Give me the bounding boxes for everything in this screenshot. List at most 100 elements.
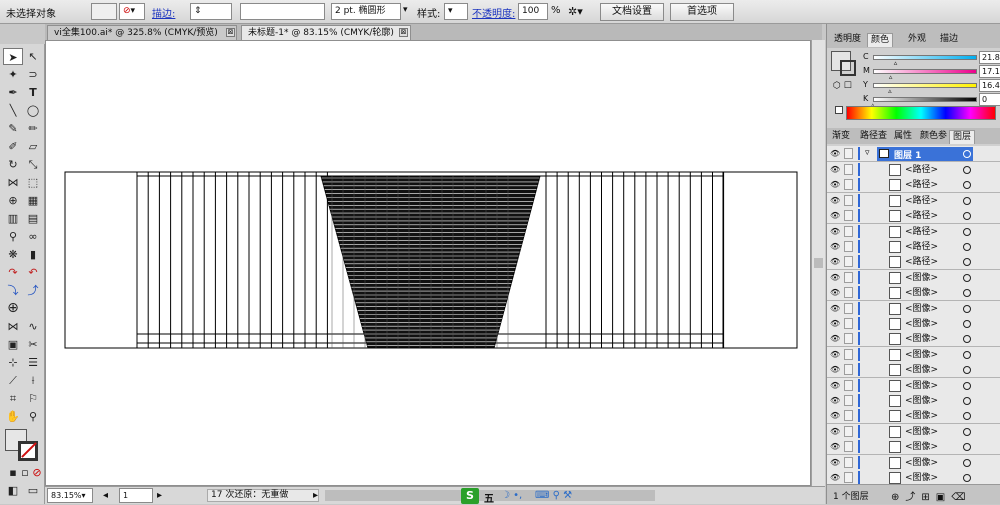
tab-doc-1[interactable]: vi全集100.ai* @ 325.8% (CMYK/预览) <box>47 25 237 40</box>
target-icon[interactable] <box>963 412 971 421</box>
target-icon[interactable] <box>963 458 971 467</box>
sublayer-row[interactable]: 👁 <图像> <box>827 362 1000 379</box>
artboard-select[interactable]: 1 <box>119 488 153 503</box>
lock-toggle[interactable] <box>844 302 853 314</box>
target-icon[interactable] <box>963 381 971 390</box>
lock-toggle[interactable] <box>844 441 853 453</box>
preferences-button[interactable]: 首选项 <box>670 3 734 21</box>
channel-value[interactable]: 17.19 <box>979 65 1000 78</box>
tab-gradient[interactable]: 渐变 <box>829 130 853 144</box>
symbol-sprayer-icon[interactable]: ❋ <box>3 246 23 263</box>
sublayer-row[interactable]: 👁 <路径> <box>827 177 1000 194</box>
prev-artboard-icon[interactable]: ◂ <box>103 490 108 501</box>
scissors-icon[interactable]: ✂ <box>23 336 43 353</box>
lasso-icon[interactable]: ⊃ <box>23 66 43 83</box>
layer-actions-icons[interactable]: ⊕⤴⊞▣⌫ <box>891 488 971 503</box>
sublayer-row[interactable]: 👁 <图像> <box>827 269 1000 286</box>
rotate-icon[interactable]: ↻ <box>3 156 23 173</box>
eye-icon[interactable]: 👁 <box>830 319 840 329</box>
tab-pathfinder[interactable]: 路径查 <box>857 130 890 144</box>
ime-mode[interactable]: 五 <box>484 490 494 505</box>
channel-value[interactable]: 0 <box>979 93 1000 106</box>
eye-icon[interactable]: 👁 <box>830 180 840 190</box>
pin-icon[interactable]: ⚐ <box>23 390 43 407</box>
target-icon[interactable] <box>963 397 971 405</box>
target-icon[interactable] <box>963 227 971 236</box>
graph-icon[interactable]: ▮ <box>23 246 43 263</box>
target-icon[interactable] <box>963 289 971 298</box>
stroke-weight-field[interactable]: ⇕ <box>190 3 232 20</box>
lock-toggle[interactable] <box>844 271 853 283</box>
list-icon[interactable]: ☰ <box>23 354 43 371</box>
target-icon[interactable] <box>963 181 971 190</box>
lock-toggle[interactable] <box>844 194 853 206</box>
lock-toggle[interactable] <box>844 241 853 252</box>
target-icon[interactable] <box>963 273 971 282</box>
hand-icon[interactable]: ✋ <box>3 408 23 425</box>
eye-icon[interactable]: 👁 <box>830 227 840 237</box>
target-icon[interactable] <box>963 366 971 375</box>
target-icon[interactable] <box>963 350 971 359</box>
eye-icon[interactable]: 👁 <box>830 442 840 452</box>
slider-handle-icon[interactable]: ▵ <box>888 87 892 95</box>
lock-toggle[interactable] <box>844 410 853 422</box>
crop-icon[interactable]: ⌗ <box>3 390 23 407</box>
tab-transparency[interactable]: 透明度 <box>831 33 864 47</box>
free-transform-icon[interactable]: ⬚ <box>23 174 43 191</box>
eye-icon[interactable]: 👁 <box>830 273 840 283</box>
lock-toggle[interactable] <box>844 179 853 191</box>
slider-handle-icon[interactable]: ▵ <box>889 73 893 81</box>
layer-row[interactable]: 👁 ▿ 图层 1 <box>827 146 1000 162</box>
line-icon[interactable]: ╲ <box>3 102 23 119</box>
eye-icon[interactable]: 👁 <box>830 334 840 344</box>
lock-toggle[interactable] <box>844 472 853 483</box>
sublayer-row[interactable]: 👁 <路径> <box>827 239 1000 255</box>
pen-icon[interactable]: ✒ <box>3 84 23 101</box>
lock-toggle[interactable] <box>844 456 853 468</box>
target-icon[interactable] <box>963 474 971 482</box>
eye-icon[interactable]: 👁 <box>830 211 840 221</box>
reshape-icon[interactable]: ⤵ <box>3 282 23 299</box>
eye-icon[interactable]: 👁 <box>830 242 840 252</box>
eye-icon[interactable]: 👁 <box>830 257 840 267</box>
target-icon[interactable] <box>963 427 971 436</box>
zoom-select[interactable]: 83.15%▾ <box>47 488 93 503</box>
color-spectrum[interactable] <box>846 106 996 120</box>
ime-keyboard-icon[interactable]: ⌨ ⚲ ⚒ <box>535 490 572 501</box>
live-paint-icon[interactable]: ▦ <box>23 192 43 209</box>
brush-dropdown-icon[interactable]: ▾ <box>403 5 408 15</box>
target-icon[interactable] <box>963 196 971 205</box>
lock-toggle[interactable] <box>844 379 853 391</box>
tab-color[interactable]: 颜色 <box>867 33 894 47</box>
artboard-icon[interactable]: ⊹ <box>3 354 23 371</box>
next-artboard-icon[interactable]: ▸ <box>157 490 162 501</box>
channel-value[interactable]: 21.88 <box>979 51 1000 64</box>
tab-stroke[interactable]: 描边 <box>937 33 961 47</box>
screen-mode-icon[interactable]: ▭ <box>23 482 43 499</box>
target-icon[interactable] <box>963 243 971 251</box>
crosshair-icon[interactable]: ⊕ <box>3 300 23 317</box>
eye-icon[interactable]: 👁 <box>830 381 840 391</box>
lock-toggle[interactable] <box>844 210 853 222</box>
eye-icon[interactable]: 👁 <box>830 149 840 159</box>
wave-icon[interactable]: ∿ <box>23 318 43 335</box>
target-icon[interactable] <box>963 258 971 267</box>
brush-select[interactable]: 2 pt. 椭圆形 <box>331 3 401 20</box>
lock-toggle[interactable] <box>844 287 853 299</box>
blend-icon[interactable]: ∞ <box>23 228 43 245</box>
lock-toggle[interactable] <box>844 348 853 360</box>
lock-toggle[interactable] <box>844 148 853 159</box>
ime-logo-icon[interactable]: S <box>461 488 479 504</box>
target-icon[interactable] <box>963 304 971 313</box>
measure-icon[interactable]: ⟋ <box>3 372 23 389</box>
pencil-icon[interactable]: ✏ <box>23 120 43 137</box>
lock-toggle[interactable] <box>844 364 853 376</box>
slice-icon[interactable]: ▣ <box>3 336 23 353</box>
opacity-input[interactable]: 100 <box>518 3 548 20</box>
knife-icon[interactable]: ⟊ <box>23 372 43 389</box>
expand-icon[interactable]: ▿ <box>865 148 870 158</box>
tab-layers[interactable]: 图层 <box>949 130 976 144</box>
zoom-icon[interactable]: ⚲ <box>23 408 43 425</box>
sublayer-row[interactable]: 👁 <图像> <box>827 454 1000 471</box>
close-icon[interactable]: ⊠ <box>399 28 408 37</box>
